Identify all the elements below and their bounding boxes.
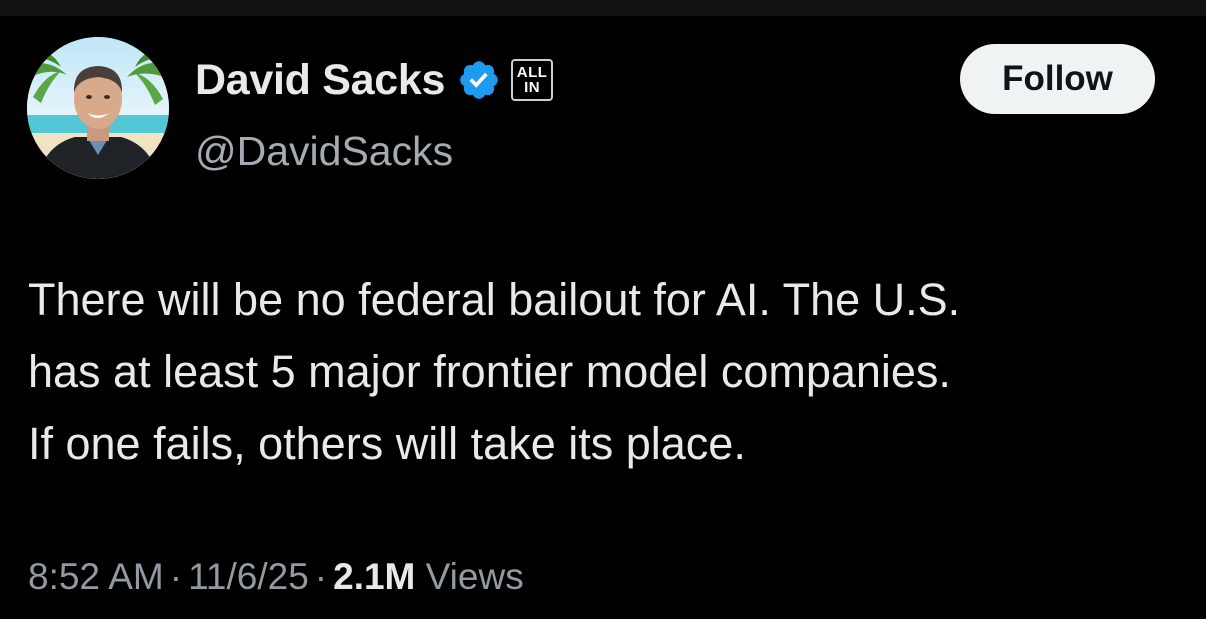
tweet-text-line: has at least 5 major frontier model comp… xyxy=(28,346,951,397)
follow-button[interactable]: Follow xyxy=(960,44,1155,114)
views-label[interactable]: Views xyxy=(426,556,524,597)
tweet-text-line: If one fails, others will take its place… xyxy=(28,418,746,469)
author-name-row: David Sacks ALL IN xyxy=(195,54,554,106)
tweet-text: There will be no federal bailout for AI.… xyxy=(28,264,1178,480)
display-name[interactable]: David Sacks xyxy=(195,56,445,105)
affiliate-badge-line1: ALL xyxy=(516,64,548,81)
tweet-meta: 8:52 AM · 11/6/25 · 2.1M Views xyxy=(28,556,524,598)
views-count[interactable]: 2.1M xyxy=(333,556,415,597)
tweet-text-line: There will be no federal bailout for AI.… xyxy=(28,274,961,325)
tweet-date[interactable]: 11/6/25 xyxy=(188,556,309,597)
affiliate-badge[interactable]: ALL IN xyxy=(511,59,554,101)
user-handle[interactable]: @DavidSacks xyxy=(195,128,453,175)
tweet-card: David Sacks ALL IN @DavidSacks Follow Th… xyxy=(0,16,1206,619)
verified-badge-icon[interactable] xyxy=(457,58,501,102)
meta-separator: · xyxy=(314,556,328,597)
tweet-time[interactable]: 8:52 AM xyxy=(28,556,164,597)
top-strip xyxy=(0,0,1206,16)
avatar-photo xyxy=(27,37,169,179)
affiliate-badge-line2: IN xyxy=(524,79,541,96)
meta-separator: · xyxy=(169,556,183,597)
avatar[interactable] xyxy=(27,37,169,179)
